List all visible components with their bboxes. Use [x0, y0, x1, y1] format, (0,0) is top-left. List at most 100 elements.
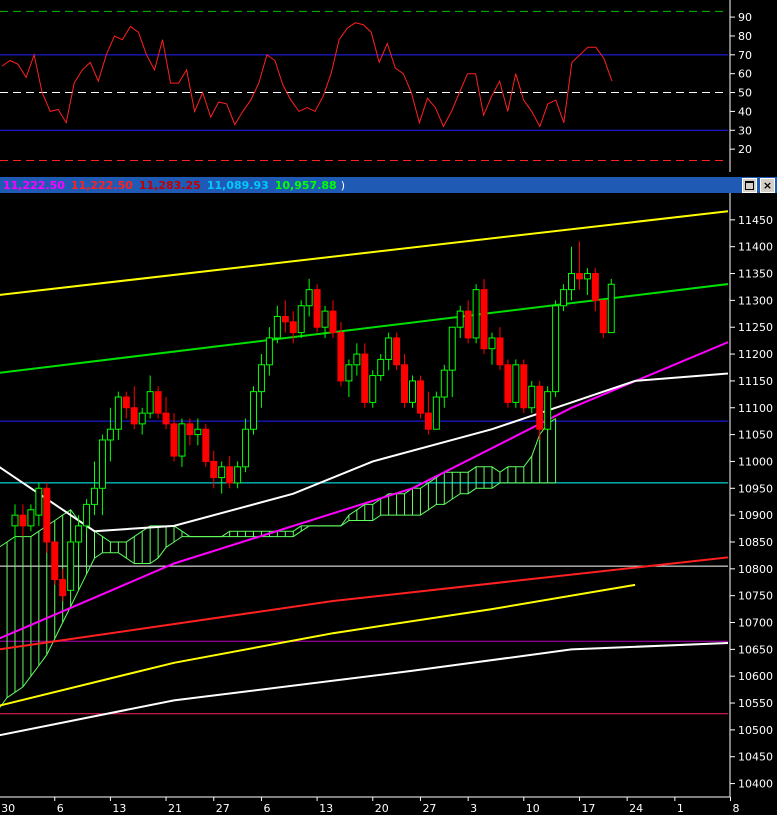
price-xtick-label-4: 27 [216, 802, 230, 815]
candle-body-25 [210, 460, 218, 479]
candle-body-72 [583, 273, 591, 280]
candle-body-50 [409, 380, 416, 403]
candle-body-41 [337, 332, 345, 382]
candle-body-3 [35, 487, 43, 516]
candle-body-43 [353, 353, 361, 366]
price-panel: 10400 10450 10500 10550 10600 10650 10700 10750… [0, 193, 777, 815]
candle-body-38 [313, 289, 321, 328]
candle-body-5 [51, 541, 59, 581]
price-xtick-label-0: 30 [1, 802, 15, 815]
price-xtick-label-12: 24 [629, 802, 643, 815]
candle-body-34 [281, 315, 289, 323]
price-ytick-label-11000: 11000 [738, 455, 773, 468]
candle-body-40 [329, 310, 337, 334]
price-ytick-label-10500: 10500 [738, 724, 773, 737]
price-ytick-label-11350: 11350 [738, 268, 773, 281]
header-value-0: 11,222.50 [3, 178, 65, 192]
candle-body-61 [496, 337, 504, 366]
price-xtick-label-2: 13 [112, 802, 126, 815]
price-header-bar: 11,222.50 11,222.50 11,283.25 11,089.93 10,9… [0, 177, 777, 193]
price-xtick-label-11: 17 [581, 802, 595, 815]
price-xtick-label-6: 13 [319, 802, 333, 815]
candle-body-4 [43, 487, 51, 543]
candle-body-20 [170, 423, 178, 457]
candle-body-33 [273, 315, 281, 339]
candle-body-27 [226, 466, 234, 484]
candle-body-55 [448, 326, 456, 371]
price-xtick-label-8: 27 [422, 802, 436, 815]
candle-body-57 [464, 310, 472, 339]
price-xtick-label-5: 6 [263, 802, 270, 815]
price-ytick-label-11050: 11050 [738, 429, 773, 442]
candle-body-44 [361, 353, 369, 403]
candle-body-62 [504, 364, 512, 403]
price-ytick-label-10600: 10600 [738, 670, 773, 683]
osc-ytick-label-30: 30 [738, 124, 752, 137]
candle-body-12 [106, 428, 114, 441]
price-ytick-label-10400: 10400 [738, 778, 773, 791]
header-value-1: 11,222.50 [70, 178, 133, 192]
header-close-paren: ) [340, 178, 345, 192]
candle-body-21 [178, 423, 186, 457]
candle-body-0 [11, 514, 19, 527]
price-xtick-label-14: 8 [733, 802, 740, 815]
candle-body-32 [265, 337, 273, 366]
price-ytick-label-11400: 11400 [738, 241, 773, 254]
candle-body-6 [59, 579, 67, 597]
candle-body-30 [250, 391, 257, 430]
candle-body-51 [416, 380, 424, 414]
candle-body-17 [146, 391, 154, 414]
close-icon[interactable]: × [760, 177, 775, 193]
candle-body-68 [552, 305, 560, 393]
price-ytick-label-11450: 11450 [738, 214, 773, 227]
candle-body-31 [257, 364, 265, 393]
price-ytick-label-10700: 10700 [738, 617, 773, 630]
osc-ytick-label-50: 50 [738, 87, 752, 100]
price-ytick-label-11150: 11150 [738, 375, 773, 388]
candle-body-56 [456, 310, 464, 328]
price-xtick-label-3: 21 [168, 802, 182, 815]
candle-body-7 [67, 541, 75, 591]
candle-body-48 [393, 337, 401, 366]
candle-body-58 [472, 289, 480, 339]
candle-body-18 [154, 391, 162, 414]
osc-axis-bg [728, 0, 777, 172]
price-ytick-label-10450: 10450 [738, 751, 773, 764]
candle-body-36 [297, 305, 305, 334]
chart-window: 20 30 40 50 60 70 80 90 11,222.50 11,222.50 11,28… [0, 0, 777, 815]
header-value-2: 11,283.25 [138, 178, 201, 192]
candle-body-26 [218, 466, 226, 479]
candle-body-24 [202, 428, 210, 462]
candle-body-64 [520, 364, 528, 409]
candle-body-75 [607, 283, 615, 334]
price-xtick-label-10: 10 [526, 802, 540, 815]
price-ytick-label-10650: 10650 [738, 643, 773, 656]
osc-ytick-label-80: 80 [738, 30, 752, 43]
price-ytick-label-10550: 10550 [738, 697, 773, 710]
candle-body-70 [568, 273, 575, 291]
candle-body-66 [536, 385, 544, 430]
candle-body-29 [242, 428, 250, 468]
price-ytick-label-10750: 10750 [738, 590, 773, 603]
price-xtick-label-1: 6 [57, 802, 64, 815]
price-ytick-label-11100: 11100 [738, 402, 773, 415]
oscillator-panel: 20 30 40 50 60 70 80 90 [0, 0, 777, 172]
candle-body-71 [575, 273, 583, 280]
candle-body-8 [75, 525, 83, 543]
candle-body-52 [424, 412, 432, 430]
osc-ytick-label-60: 60 [738, 68, 752, 81]
candle-body-73 [591, 273, 599, 301]
candle-body-69 [560, 289, 568, 307]
price-ytick-label-10850: 10850 [738, 536, 773, 549]
candle-body-67 [544, 391, 552, 430]
candle-body-9 [83, 503, 91, 527]
price-ytick-label-11300: 11300 [738, 294, 773, 307]
osc-ytick-label-20: 20 [738, 143, 752, 156]
candle-body-49 [401, 364, 409, 403]
header-value-4: 10,957.88 [274, 178, 337, 192]
candle-body-47 [385, 337, 393, 360]
candle-body-63 [512, 364, 520, 403]
maximize-icon[interactable] [742, 177, 757, 193]
candle-body-54 [440, 369, 448, 398]
osc-ytick-label-90: 90 [738, 11, 752, 24]
